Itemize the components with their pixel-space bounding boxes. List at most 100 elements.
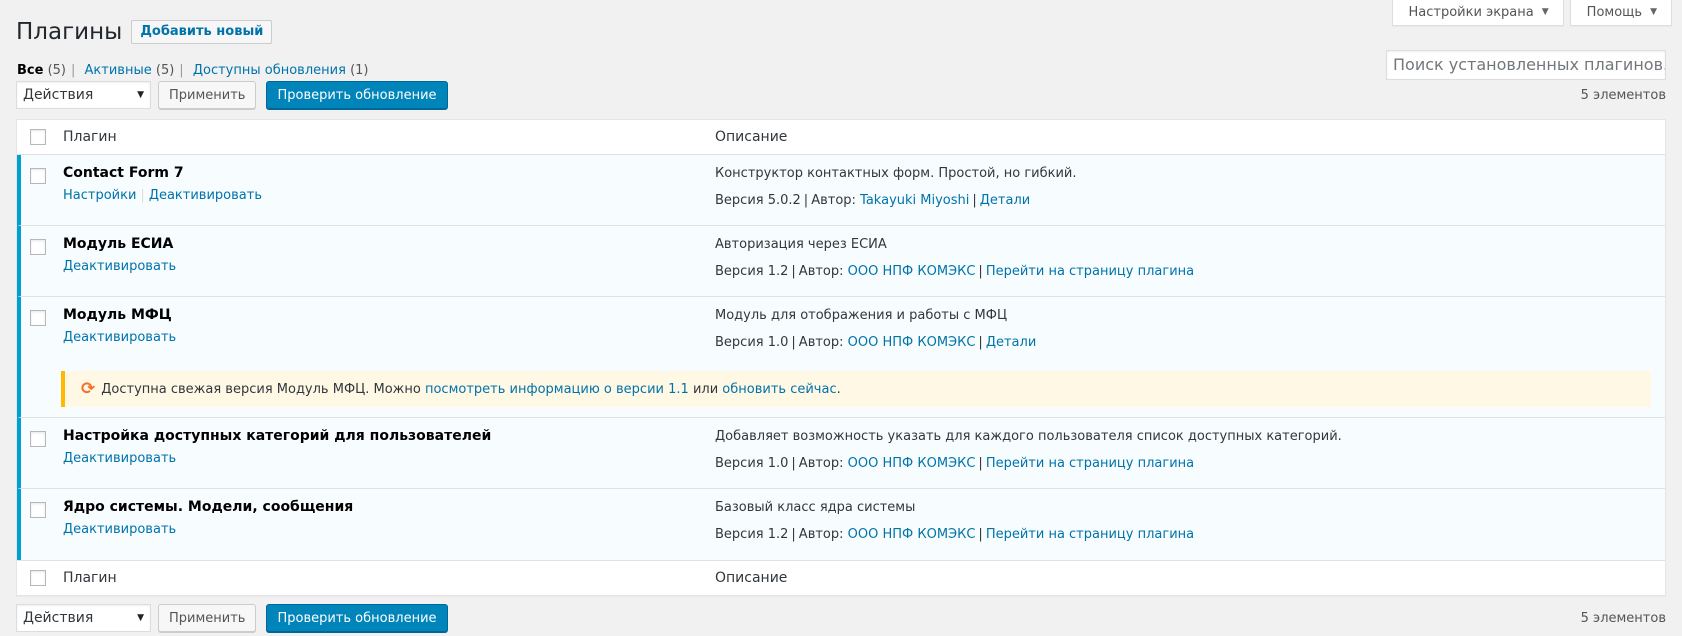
- author-link[interactable]: ООО НПФ КОМЭКС: [848, 456, 976, 471]
- column-description-footer: Описание: [715, 570, 788, 586]
- filter-separator: |: [179, 63, 184, 78]
- apply-button[interactable]: Применить: [158, 81, 257, 109]
- table-header: Плагин Описание: [17, 120, 1665, 155]
- select-all-checkbox[interactable]: [30, 570, 46, 586]
- row-checkbox[interactable]: [30, 239, 46, 255]
- table-row: Ядро системы. Модели, сообщения Деактиви…: [17, 489, 1665, 560]
- deactivate-link[interactable]: Деактивировать: [63, 330, 176, 345]
- plugin-description: Добавляет возможность указать для каждог…: [715, 429, 1342, 444]
- caret-down-icon: ▼: [137, 613, 144, 623]
- items-count: 5 элементов: [1580, 610, 1666, 626]
- screen-options-button[interactable]: Настройки экрана ▼: [1391, 0, 1564, 26]
- caret-down-icon: ▼: [1650, 7, 1657, 17]
- deactivate-link[interactable]: Деактивировать: [63, 451, 176, 466]
- update-icon: ⟳: [81, 379, 96, 399]
- row-actions: Настройки | Деактивировать: [63, 188, 262, 203]
- column-description-header: Описание: [715, 129, 788, 145]
- table-row: Contact Form 7 Настройки | Деактивировать …: [17, 155, 1665, 226]
- filter-all-count: (5): [47, 63, 66, 78]
- deactivate-link[interactable]: Деактивировать: [149, 188, 262, 203]
- update-notice-or: или: [692, 381, 719, 397]
- author-prefix: Автор:: [798, 527, 844, 542]
- plugin-meta: Версия 1.2 | Автор: ООО НПФ КОМЭКС | Перейти…: [715, 264, 1194, 279]
- row-checkbox[interactable]: [30, 431, 46, 447]
- deactivate-link[interactable]: Деактивировать: [63, 522, 176, 537]
- plugin-page-link[interactable]: Перейти на страницу плагина: [986, 527, 1194, 542]
- row-actions: Деактивировать: [63, 259, 176, 274]
- caret-down-icon: ▼: [137, 90, 144, 100]
- plugin-name: Ядро системы. Модели, сообщения: [63, 499, 354, 515]
- meta-separator: |: [978, 264, 983, 279]
- author-prefix: Автор:: [811, 193, 856, 208]
- action-divider: |: [140, 188, 145, 203]
- apply-button[interactable]: Применить: [158, 604, 257, 632]
- column-plugin-header: Плагин: [63, 129, 117, 145]
- table-row: Модуль ЕСИА Деактивировать Авторизация ч…: [17, 226, 1665, 297]
- plugin-name: Настройка доступных категорий для пользо…: [63, 428, 492, 444]
- search-input[interactable]: Поиск установленных плагинов...: [1386, 50, 1666, 80]
- row-actions: Деактивировать: [63, 330, 176, 345]
- meta-separator: |: [978, 527, 983, 542]
- author-link[interactable]: Takayuki Miyoshi: [860, 193, 969, 208]
- plugin-description: Модуль для отображения и работы с МФЦ: [715, 308, 1008, 323]
- check-updates-button[interactable]: Проверить обновление: [266, 604, 448, 632]
- plugin-page-link[interactable]: Перейти на страницу плагина: [986, 456, 1194, 471]
- plugin-meta: Версия 1.0 | Автор: ООО НПФ КОМЭКС | Детали: [715, 335, 1036, 350]
- author-prefix: Автор:: [798, 264, 844, 279]
- settings-link[interactable]: Настройки: [63, 188, 136, 203]
- meta-separator: |: [978, 335, 983, 350]
- plugin-description: Базовый класс ядра системы: [715, 500, 916, 515]
- plugin-page-link[interactable]: Перейти на страницу плагина: [986, 264, 1194, 279]
- page-title: Плагины: [16, 19, 123, 45]
- bulk-actions-top: Действия ▼ Применить Проверить обновлени…: [16, 80, 1666, 110]
- filter-active[interactable]: Активные: [85, 63, 152, 78]
- caret-down-icon: ▼: [1541, 7, 1549, 17]
- update-now-link[interactable]: обновить сейчас: [722, 382, 836, 397]
- plugin-version: Версия 1.0: [715, 335, 789, 350]
- details-link[interactable]: Детали: [980, 193, 1030, 208]
- meta-separator: |: [791, 456, 796, 471]
- author-link[interactable]: ООО НПФ КОМЭКС: [848, 527, 976, 542]
- bulk-actions-value: Действия: [23, 87, 94, 103]
- filter-updates[interactable]: Доступны обновления: [193, 63, 346, 78]
- plugins-table: Плагин Описание Contact Form 7 Настройки…: [16, 119, 1666, 596]
- row-actions: Деактивировать: [63, 451, 176, 466]
- row-actions: Деактивировать: [63, 522, 176, 537]
- view-version-details-link[interactable]: посмотреть информацию о версии 1.1: [425, 382, 689, 397]
- check-updates-button[interactable]: Проверить обновление: [266, 81, 448, 109]
- meta-separator: |: [978, 456, 983, 471]
- status-filters: Все (5) | Активные (5) | Доступны обновлен…: [17, 63, 368, 78]
- plugin-name: Contact Form 7: [63, 165, 184, 181]
- update-notice-end: .: [836, 381, 841, 397]
- author-link[interactable]: ООО НПФ КОМЭКС: [848, 264, 976, 279]
- author-prefix: Автор:: [798, 456, 844, 471]
- bulk-actions-select[interactable]: Действия ▼: [16, 604, 151, 632]
- row-checkbox[interactable]: [30, 168, 46, 184]
- plugin-meta: Версия 1.0 | Автор: ООО НПФ КОМЭКС | Перейти…: [715, 456, 1194, 471]
- plugin-meta: Версия 5.0.2 | Автор: Takayuki Miyoshi | Дет…: [715, 193, 1030, 208]
- bulk-actions-select[interactable]: Действия ▼: [16, 81, 151, 109]
- page-header: Плагины Добавить новый: [16, 19, 273, 45]
- table-footer: Плагин Описание: [17, 560, 1665, 595]
- select-all-checkbox[interactable]: [30, 129, 46, 145]
- update-notice: ⟳ Доступна свежая версия Модуль МФЦ. Мож…: [61, 371, 1651, 407]
- table-row: Модуль МФЦ Деактивировать Модуль для ото…: [17, 297, 1665, 368]
- plugin-name: Модуль ЕСИА: [63, 236, 174, 252]
- plugin-version: Версия 1.2: [715, 264, 789, 279]
- bulk-actions-value: Действия: [23, 610, 94, 626]
- items-count: 5 элементов: [1580, 87, 1666, 103]
- table-row: Настройка доступных категорий для пользо…: [17, 418, 1665, 489]
- plugin-version: Версия 1.2: [715, 527, 789, 542]
- update-notice-text: Доступна свежая версия Модуль МФЦ. Можно: [101, 381, 421, 397]
- row-checkbox[interactable]: [30, 310, 46, 326]
- plugin-description: Авторизация через ЕСИА: [715, 237, 887, 252]
- details-link[interactable]: Детали: [986, 335, 1036, 350]
- meta-separator: |: [791, 335, 796, 350]
- deactivate-link[interactable]: Деактивировать: [63, 259, 176, 274]
- filter-updates-count: (1): [350, 63, 369, 78]
- row-checkbox[interactable]: [30, 502, 46, 518]
- help-button[interactable]: Помощь ▼: [1569, 0, 1672, 26]
- add-new-button[interactable]: Добавить новый: [131, 20, 273, 44]
- filter-all[interactable]: Все: [17, 63, 43, 78]
- author-link[interactable]: ООО НПФ КОМЭКС: [848, 335, 976, 350]
